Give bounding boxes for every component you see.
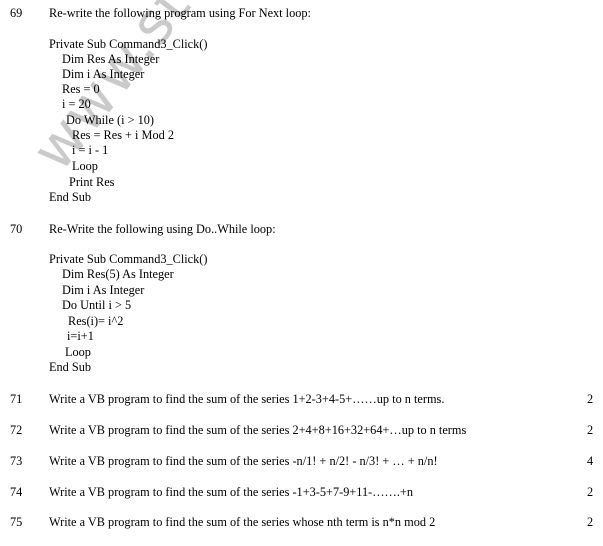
code-line: Do While (i > 10): [66, 113, 154, 127]
code-line: Loop: [65, 345, 91, 359]
question-text: Re-Write the following using Do..While l…: [49, 222, 276, 236]
code-line: Dim i As Integer: [62, 67, 145, 81]
question-text: Write a VB program to find the sum of th…: [49, 515, 436, 529]
code-line: Loop: [72, 159, 98, 173]
code-line: Print Res: [69, 175, 115, 189]
code-line: i = i - 1: [72, 143, 109, 157]
question-text: Write a VB program to find the sum of th…: [49, 485, 413, 499]
question-number: 72: [10, 423, 23, 437]
code-line: Private Sub Command3_Click(): [49, 37, 208, 51]
code-line: End Sub: [49, 190, 92, 204]
question-number: 75: [10, 515, 23, 529]
question-marks: 2: [587, 392, 594, 406]
code-line: i = 20: [62, 97, 91, 111]
question-number: 69: [10, 6, 23, 20]
question-number: 71: [10, 392, 23, 406]
question-number: 73: [10, 454, 23, 468]
code-line: Res(i)= i^2: [68, 314, 124, 328]
code-line: Dim Res As Integer: [62, 52, 160, 66]
question-marks: 2: [587, 423, 594, 437]
code-line: Res = Res + i Mod 2: [72, 128, 175, 142]
code-line: Do Until i > 5: [62, 298, 132, 312]
code-line: Dim i As Integer: [62, 283, 145, 297]
question-marks: 2: [587, 485, 594, 499]
question-marks: 4: [587, 454, 594, 468]
code-line: Private Sub Command3_Click(): [49, 252, 208, 266]
question-text: Write a VB program to find the sum of th…: [49, 454, 438, 468]
code-line: i=i+1: [67, 329, 94, 343]
question-text: Write a VB program to find the sum of th…: [49, 392, 445, 406]
question-text: Write a VB program to find the sum of th…: [49, 423, 467, 437]
document-page: www.studiestoday 69 Re-write the followi…: [0, 0, 603, 546]
question-list: 69 Re-write the following program using …: [0, 0, 603, 546]
code-line: Dim Res(5) As Integer: [62, 267, 174, 281]
question-number: 74: [10, 485, 23, 499]
code-line: Res = 0: [62, 82, 100, 96]
question-marks: 2: [587, 515, 594, 529]
question-text: Re-write the following program using For…: [49, 6, 311, 20]
code-line: End Sub: [49, 360, 92, 374]
question-number: 70: [10, 222, 23, 236]
